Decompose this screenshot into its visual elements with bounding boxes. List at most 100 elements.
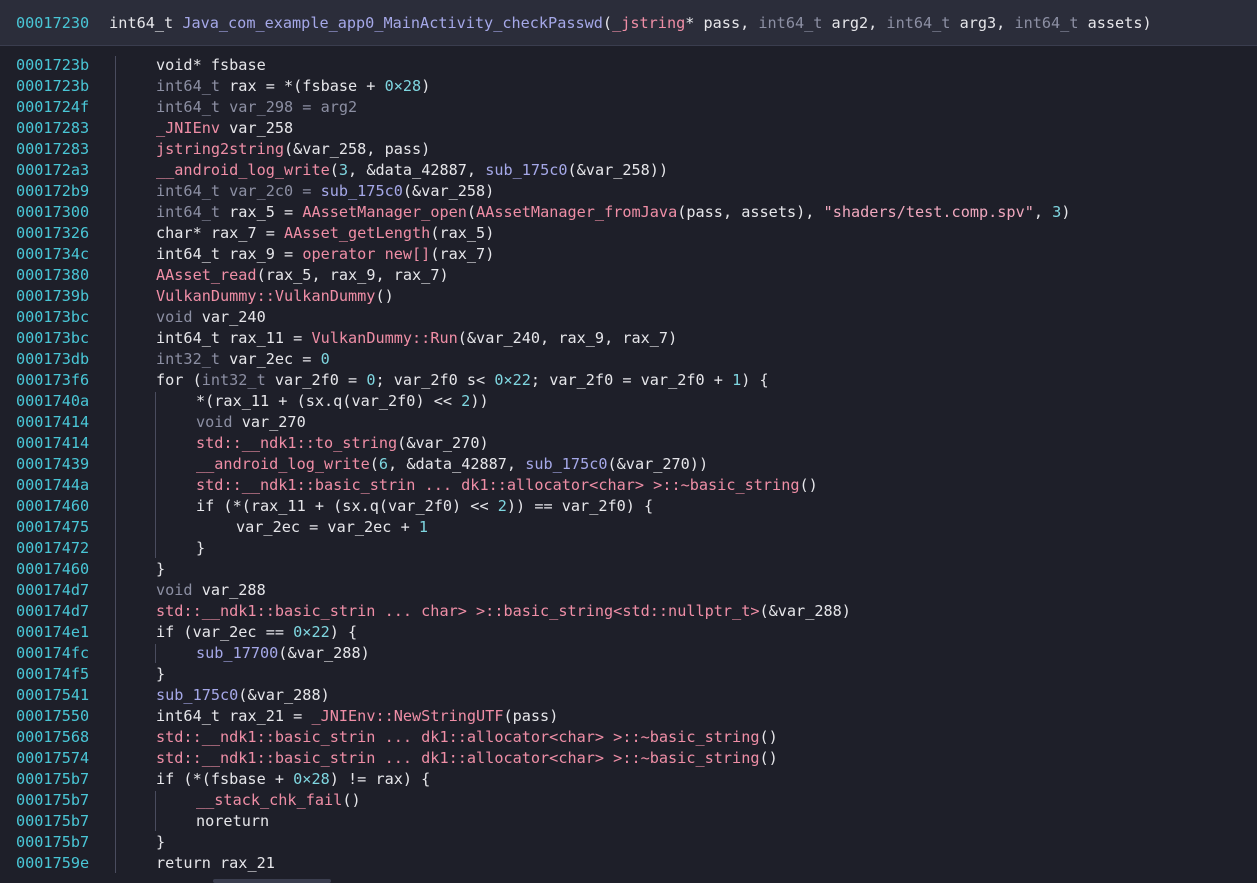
line-address[interactable]: 00017414 bbox=[16, 433, 89, 454]
code-token[interactable]: void bbox=[156, 56, 193, 74]
signature-token[interactable]: ( bbox=[603, 14, 612, 32]
code-token[interactable]: var_270 bbox=[242, 413, 306, 431]
code-token[interactable]: sub_175c0 bbox=[156, 686, 238, 704]
code-token[interactable]: ) bbox=[1061, 203, 1070, 221]
code-token[interactable]: ; var_2f0 s< bbox=[375, 371, 494, 389]
line-address[interactable]: 000172b9 bbox=[16, 181, 89, 202]
code-token[interactable]: (&var_288) bbox=[759, 602, 850, 620]
code-line[interactable]: 0001740a *(rax_11 + (sx.q(var_2f0) << 2)) bbox=[0, 391, 1257, 412]
code-token[interactable]: AAsset_getLength bbox=[284, 224, 430, 242]
code-token[interactable]: , bbox=[507, 455, 525, 473]
signature-token[interactable]: int64_t bbox=[109, 14, 182, 32]
line-address[interactable]: 000172a3 bbox=[16, 160, 89, 181]
code-token[interactable]: int64_t bbox=[156, 245, 229, 263]
line-source[interactable]: char* rax_7 = AAsset_getLength(rax_5) bbox=[156, 223, 494, 244]
line-source[interactable]: int64_t rax_5 = AAssetManager_open(AAsse… bbox=[156, 202, 1070, 223]
code-line[interactable]: 00017414 void var_270 bbox=[0, 412, 1257, 433]
line-source[interactable]: AAsset_read(rax_5, rax_9, rax_7) bbox=[156, 265, 449, 286]
line-address[interactable]: 000174d7 bbox=[16, 601, 89, 622]
code-token[interactable]: () bbox=[342, 791, 360, 809]
code-token[interactable]: operator new[] bbox=[302, 245, 430, 263]
code-token[interactable]: if (*(fsbase + bbox=[156, 770, 293, 788]
line-address[interactable]: 0001740a bbox=[16, 391, 89, 412]
code-token[interactable]: 0×22 bbox=[494, 371, 531, 389]
code-token[interactable]: () bbox=[759, 728, 777, 746]
line-source[interactable]: for (int32_t var_2f0 = 0; var_2f0 s< 0×2… bbox=[156, 370, 769, 391]
code-token[interactable]: } bbox=[156, 665, 165, 683]
line-address[interactable]: 00017460 bbox=[16, 559, 89, 580]
code-token[interactable]: 3 bbox=[1052, 203, 1061, 221]
code-token[interactable]: char bbox=[156, 224, 193, 242]
code-line[interactable]: 000173db int32_t var_2ec = 0 bbox=[0, 349, 1257, 370]
code-line[interactable]: 00017380 AAsset_read(rax_5, rax_9, rax_7) bbox=[0, 265, 1257, 286]
signature-token[interactable]: _jstring bbox=[612, 14, 685, 32]
code-token[interactable]: AAssetManager_open bbox=[302, 203, 467, 221]
line-address[interactable]: 00017283 bbox=[16, 139, 89, 160]
line-source[interactable]: if (*(rax_11 + (sx.q(var_2f0) << 2)) == … bbox=[196, 496, 653, 517]
line-address[interactable]: 000175b7 bbox=[16, 811, 89, 832]
code-line[interactable]: 000175b7 __stack_chk_fail() bbox=[0, 790, 1257, 811]
code-token[interactable]: var_258 bbox=[220, 119, 293, 137]
line-address[interactable]: 000173f6 bbox=[16, 370, 89, 391]
code-token[interactable]: ::~basic_string bbox=[662, 476, 799, 494]
code-line[interactable]: 00017326 char* rax_7 = AAsset_getLength(r… bbox=[0, 223, 1257, 244]
code-token[interactable]: () bbox=[759, 749, 777, 767]
line-source[interactable]: int64_t var_2c0 = sub_175c0(&var_258) bbox=[156, 181, 494, 202]
code-token[interactable]: (&var_270) bbox=[397, 434, 488, 452]
code-token[interactable]: _JNIEnv::NewStringUTF bbox=[311, 707, 503, 725]
code-token[interactable]: ) bbox=[421, 77, 430, 95]
line-source[interactable]: void var_270 bbox=[196, 412, 306, 433]
code-line[interactable]: 000174e1 if (var_2ec == 0×22) { bbox=[0, 622, 1257, 643]
line-source[interactable]: std::__ndk1::to_string(&var_270) bbox=[196, 433, 489, 454]
code-token[interactable]: __android_log_write bbox=[156, 161, 330, 179]
line-address[interactable]: 0001723b bbox=[16, 55, 89, 76]
code-line[interactable]: 00017568 std::__ndk1::basic_strin ... dk1… bbox=[0, 727, 1257, 748]
code-line[interactable]: 000174fc sub_17700(&var_288) bbox=[0, 643, 1257, 664]
code-token[interactable]: var_2ec = var_2ec + bbox=[236, 518, 419, 536]
code-token[interactable]: int32_t bbox=[156, 350, 229, 368]
code-token[interactable]: _JNIEnv bbox=[156, 119, 220, 137]
code-token[interactable]: ::~basic_string bbox=[622, 728, 759, 746]
line-source[interactable]: int64_t rax = *(fsbase + 0×28) bbox=[156, 76, 430, 97]
code-token[interactable]: rax_11 = bbox=[229, 329, 311, 347]
code-token[interactable]: __stack_chk_fail bbox=[196, 791, 342, 809]
code-token[interactable]: (&var_258)) bbox=[568, 161, 669, 179]
function-signature-line[interactable]: 00017230 int64_t Java_com_example_app0_Ma… bbox=[16, 13, 1152, 34]
line-address[interactable]: 00017439 bbox=[16, 454, 89, 475]
line-address[interactable]: 000173bc bbox=[16, 328, 89, 349]
line-address[interactable]: 00017574 bbox=[16, 748, 89, 769]
line-address[interactable]: 00017283 bbox=[16, 118, 89, 139]
code-token[interactable]: *(rax_11 + (sx.q(var_2f0) << bbox=[196, 392, 461, 410]
code-token[interactable]: VulkanDummy::VulkanDummy bbox=[156, 287, 375, 305]
code-token[interactable]: () bbox=[375, 287, 393, 305]
code-token[interactable]: "shaders/test.comp.spv" bbox=[824, 203, 1034, 221]
code-line[interactable]: 00017475 var_2ec = var_2ec + 1 bbox=[0, 517, 1257, 538]
code-token[interactable]: rax_9 = bbox=[229, 245, 302, 263]
line-address[interactable]: 0001724f bbox=[16, 97, 89, 118]
code-token[interactable]: * rax_7 = bbox=[193, 224, 284, 242]
code-token[interactable]: (&var_258, pass) bbox=[284, 140, 430, 158]
code-line[interactable]: 0001739b VulkanDummy::VulkanDummy() bbox=[0, 286, 1257, 307]
code-line[interactable]: 0001723b void* fsbase bbox=[0, 55, 1257, 76]
code-token[interactable]: noreturn bbox=[196, 812, 269, 830]
code-line[interactable]: 0001724f int64_t var_298 = arg2 bbox=[0, 97, 1257, 118]
line-source[interactable]: *(rax_11 + (sx.q(var_2f0) << 2)) bbox=[196, 391, 489, 412]
code-line[interactable]: 00017283 _JNIEnv var_258 bbox=[0, 118, 1257, 139]
code-token[interactable]: (&var_288) bbox=[278, 644, 369, 662]
line-source[interactable]: std::__ndk1::basic_strin ... dk1::alloca… bbox=[196, 475, 818, 496]
code-token[interactable]: ) { bbox=[741, 371, 768, 389]
code-token[interactable]: 2 bbox=[461, 392, 470, 410]
code-token[interactable]: sub_17700 bbox=[196, 644, 278, 662]
code-token[interactable]: 2 bbox=[498, 497, 507, 515]
code-token[interactable]: , & bbox=[348, 161, 375, 179]
code-token[interactable]: (&var_288) bbox=[238, 686, 329, 704]
code-line[interactable]: 00017460 if (*(rax_11 + (sx.q(var_2f0) <<… bbox=[0, 496, 1257, 517]
line-address[interactable]: 0001744a bbox=[16, 475, 89, 496]
code-token[interactable]: for ( bbox=[156, 371, 202, 389]
line-address[interactable]: 00017472 bbox=[16, 538, 89, 559]
line-address[interactable]: 00017380 bbox=[16, 265, 89, 286]
line-source[interactable]: } bbox=[196, 538, 205, 559]
line-address[interactable]: 000174fc bbox=[16, 643, 89, 664]
line-source[interactable]: int64_t rax_9 = operator new[](rax_7) bbox=[156, 244, 494, 265]
line-source[interactable]: void* fsbase bbox=[156, 55, 266, 76]
